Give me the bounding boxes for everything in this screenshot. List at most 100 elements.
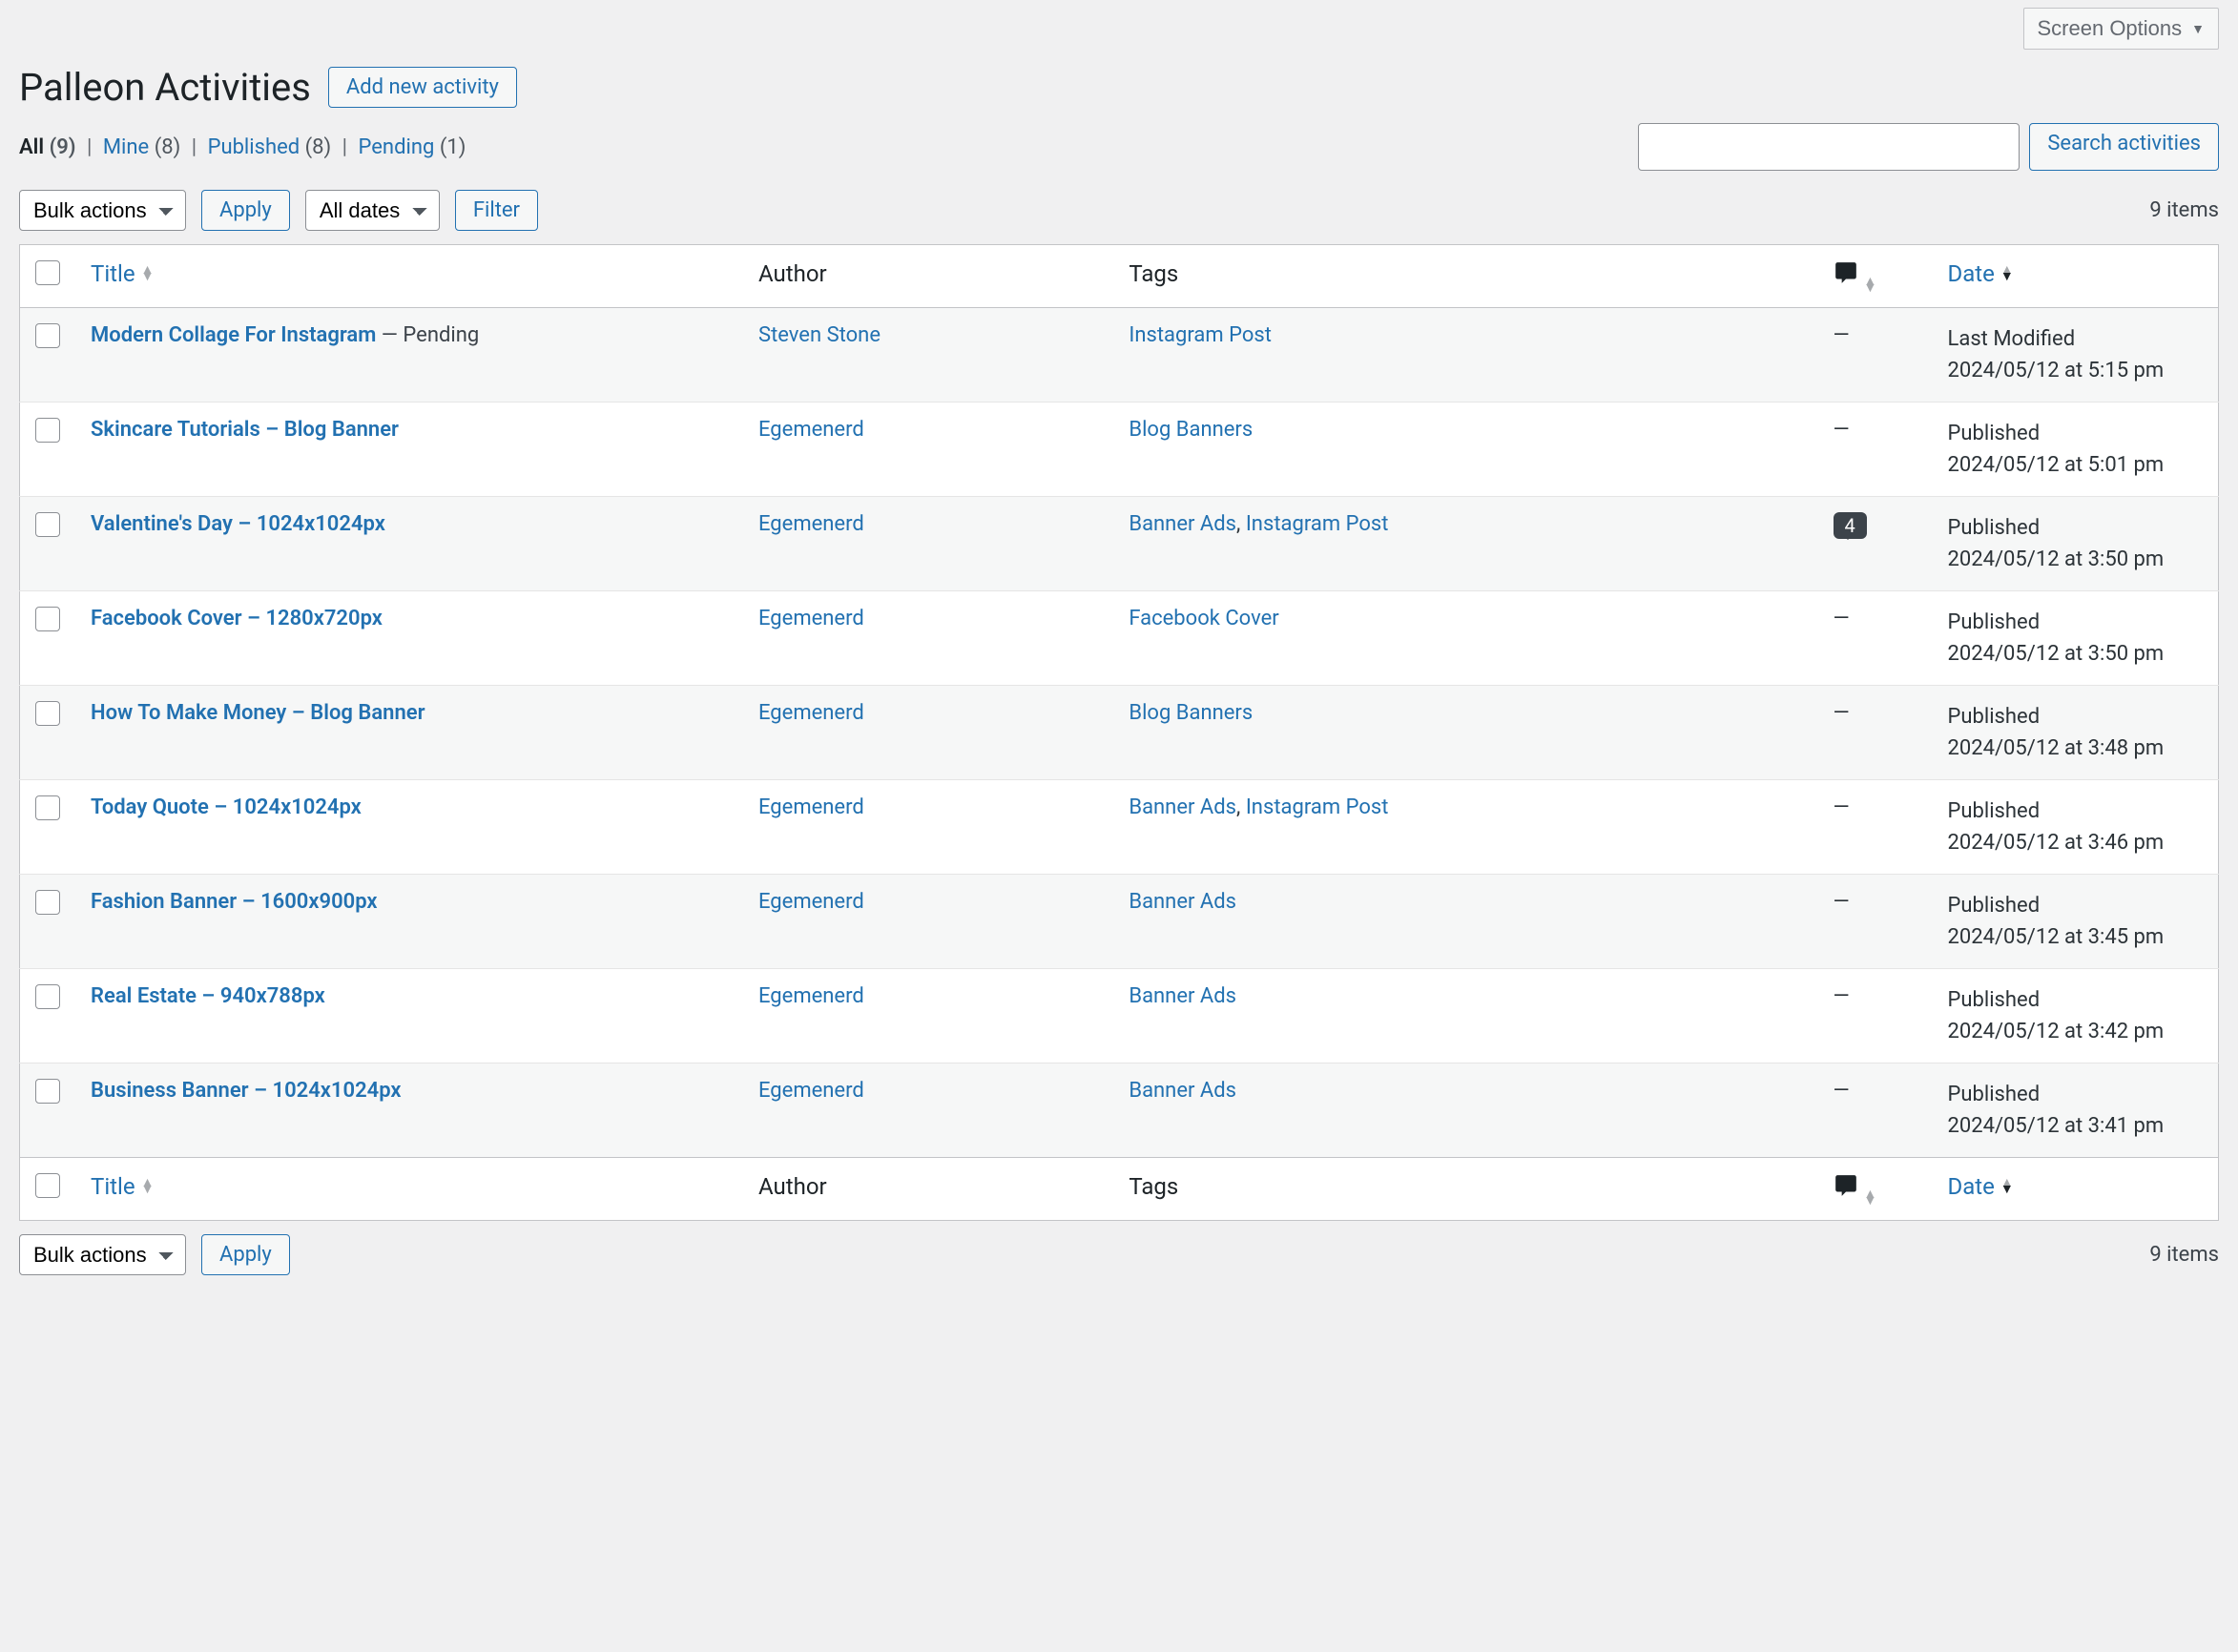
row-checkbox[interactable]: [35, 607, 60, 631]
no-comments: —: [1834, 701, 1850, 725]
table-row: Facebook Cover – 1280x720px Egemenerd Face…: [20, 591, 2219, 686]
tag-link[interactable]: Banner Ads: [1129, 795, 1236, 819]
col-tags: Tags: [1113, 245, 1817, 308]
row-checkbox[interactable]: [35, 890, 60, 915]
status-filter-links: All (9) | Mine (8) | Published (8) | Pen…: [19, 135, 466, 159]
search-button[interactable]: Search activities: [2029, 123, 2219, 171]
date-cell: Published2024/05/12 at 3:45 pm: [1933, 875, 2219, 969]
date-cell: Published2024/05/12 at 3:46 pm: [1933, 780, 2219, 875]
date-cell: Published2024/05/12 at 3:50 pm: [1933, 591, 2219, 686]
no-comments: —: [1834, 323, 1850, 347]
row-title-link[interactable]: Facebook Cover – 1280x720px: [91, 607, 383, 630]
row-title-link[interactable]: Real Estate – 940x788px: [91, 984, 325, 1008]
sort-icon: ▲▼: [2000, 1180, 2014, 1193]
row-checkbox[interactable]: [35, 795, 60, 820]
tag-link[interactable]: Banner Ads: [1129, 984, 1236, 1008]
col-author-bottom: Author: [743, 1158, 1113, 1221]
author-link[interactable]: Egemenerd: [758, 512, 864, 536]
tag-link[interactable]: Instagram Post: [1246, 795, 1389, 819]
select-all-top[interactable]: [35, 260, 60, 285]
sort-date-bottom[interactable]: Date ▲▼: [1948, 1173, 2014, 1200]
row-title-link[interactable]: Modern Collage For Instagram: [91, 323, 376, 347]
screen-options-label: Screen Options: [2038, 16, 2183, 41]
tag-link[interactable]: Banner Ads: [1129, 1079, 1236, 1103]
row-checkbox[interactable]: [35, 418, 60, 443]
tag-link[interactable]: Instagram Post: [1129, 323, 1272, 347]
date-filter-select[interactable]: All dates: [305, 190, 440, 231]
row-title-link[interactable]: Skincare Tutorials – Blog Banner: [91, 418, 399, 442]
row-checkbox[interactable]: [35, 512, 60, 537]
col-author: Author: [743, 245, 1113, 308]
filter-mine[interactable]: Mine (8): [103, 135, 186, 159]
sort-icon: ▲▼: [1863, 1191, 1876, 1205]
table-row: Fashion Banner – 1600x900px Egemenerd Bann…: [20, 875, 2219, 969]
filter-button[interactable]: Filter: [455, 190, 538, 231]
comment-icon: [1834, 1177, 1864, 1204]
tag-link[interactable]: Banner Ads: [1129, 512, 1236, 536]
items-count-bottom: 9 items: [2149, 1243, 2219, 1267]
sort-icon: ▲▼: [141, 267, 155, 280]
author-link[interactable]: Egemenerd: [758, 418, 864, 442]
date-cell: Published2024/05/12 at 3:42 pm: [1933, 969, 2219, 1063]
sort-icon: ▲▼: [141, 1180, 155, 1193]
tag-link[interactable]: Blog Banners: [1129, 701, 1253, 725]
tag-link[interactable]: Banner Ads: [1129, 890, 1236, 914]
bulk-actions-select-bottom[interactable]: Bulk actions: [19, 1234, 186, 1275]
table-row: Today Quote – 1024x1024px Egemenerd Banner…: [20, 780, 2219, 875]
row-checkbox[interactable]: [35, 984, 60, 1009]
author-link[interactable]: Egemenerd: [758, 607, 864, 630]
row-title-link[interactable]: Fashion Banner – 1600x900px: [91, 890, 378, 914]
apply-button-bottom[interactable]: Apply: [201, 1234, 290, 1275]
row-checkbox[interactable]: [35, 1079, 60, 1104]
comment-icon: [1834, 264, 1864, 291]
author-link[interactable]: Egemenerd: [758, 890, 864, 914]
filter-published[interactable]: Published (8): [208, 135, 337, 159]
author-link[interactable]: Egemenerd: [758, 795, 864, 819]
table-row: Skincare Tutorials – Blog Banner Egemener…: [20, 403, 2219, 497]
page-title: Palleon Activities: [19, 65, 311, 110]
search-input[interactable]: [1638, 123, 2020, 171]
author-link[interactable]: Egemenerd: [758, 701, 864, 725]
comment-count-bubble[interactable]: 4: [1834, 512, 1867, 539]
no-comments: —: [1834, 418, 1850, 442]
tag-link[interactable]: Instagram Post: [1246, 512, 1389, 536]
date-cell: Last Modified2024/05/12 at 5:15 pm: [1933, 308, 2219, 403]
table-row: Real Estate – 940x788px Egemenerd Banner A…: [20, 969, 2219, 1063]
select-all-bottom[interactable]: [35, 1173, 60, 1198]
sort-date[interactable]: Date ▲▼: [1948, 260, 2014, 287]
row-checkbox[interactable]: [35, 323, 60, 348]
no-comments: —: [1834, 984, 1850, 1008]
filter-all[interactable]: All (9): [19, 135, 81, 159]
date-cell: Published2024/05/12 at 5:01 pm: [1933, 403, 2219, 497]
screen-options-button[interactable]: Screen Options ▼: [2023, 8, 2220, 50]
row-title-link[interactable]: Business Banner – 1024x1024px: [91, 1079, 402, 1103]
sort-title[interactable]: Title ▲▼: [91, 260, 154, 287]
bulk-actions-select-top[interactable]: Bulk actions: [19, 190, 186, 231]
tag-link[interactable]: Facebook Cover: [1129, 607, 1278, 630]
author-link[interactable]: Egemenerd: [758, 1079, 864, 1103]
col-comments[interactable]: ▲▼: [1818, 245, 1933, 308]
date-cell: Published2024/05/12 at 3:50 pm: [1933, 497, 2219, 591]
col-comments-bottom[interactable]: ▲▼: [1818, 1158, 1933, 1221]
author-link[interactable]: Steven Stone: [758, 323, 881, 347]
filter-pending[interactable]: Pending (1): [359, 135, 466, 159]
date-cell: Published2024/05/12 at 3:41 pm: [1933, 1063, 2219, 1158]
post-state: — Pending: [376, 323, 479, 347]
table-row: Valentine's Day – 1024x1024px Egemenerd Ba…: [20, 497, 2219, 591]
sort-title-bottom[interactable]: Title ▲▼: [91, 1173, 154, 1200]
row-checkbox[interactable]: [35, 701, 60, 726]
caret-down-icon: ▼: [2191, 21, 2205, 36]
table-row: Business Banner – 1024x1024px Egemenerd Ba…: [20, 1063, 2219, 1158]
add-new-button[interactable]: Add new activity: [328, 67, 517, 108]
no-comments: —: [1834, 1079, 1850, 1103]
row-title-link[interactable]: Today Quote – 1024x1024px: [91, 795, 362, 819]
row-title-link[interactable]: Valentine's Day – 1024x1024px: [91, 512, 385, 536]
date-cell: Published2024/05/12 at 3:48 pm: [1933, 686, 2219, 780]
row-title-link[interactable]: How To Make Money – Blog Banner: [91, 701, 425, 725]
author-link[interactable]: Egemenerd: [758, 984, 864, 1008]
apply-button-top[interactable]: Apply: [201, 190, 290, 231]
sort-icon: ▲▼: [2000, 267, 2014, 280]
tag-link[interactable]: Blog Banners: [1129, 418, 1253, 442]
items-count-top: 9 items: [2149, 198, 2219, 222]
no-comments: —: [1834, 890, 1850, 914]
